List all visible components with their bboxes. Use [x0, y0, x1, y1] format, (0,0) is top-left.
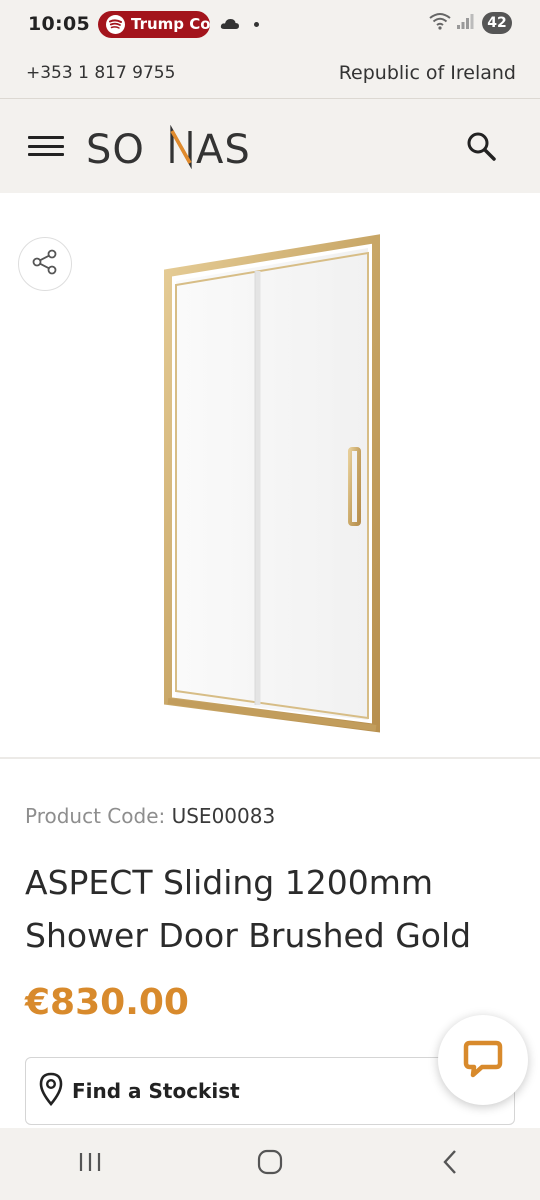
top-info-bar: +353 1 817 9755 Republic of Ireland [0, 48, 540, 99]
signal-icon [456, 12, 474, 34]
product-code: Product Code: USE00083 [25, 804, 275, 828]
menu-icon[interactable] [28, 131, 64, 161]
home-icon [257, 1149, 283, 1179]
back-button[interactable] [420, 1139, 480, 1189]
region-selector[interactable]: Republic of Ireland [339, 62, 516, 84]
home-button[interactable] [240, 1139, 300, 1189]
recent-apps-icon [77, 1151, 103, 1177]
chat-icon [462, 1037, 504, 1083]
search-icon[interactable] [465, 130, 497, 166]
site-header: SO AS [0, 99, 540, 193]
share-button[interactable] [18, 237, 72, 291]
notification-pill[interactable]: Trump Co [97, 10, 210, 38]
product-price: €830.00 [25, 982, 189, 1023]
status-bar: 10:05 Trump Co 42 [0, 0, 540, 48]
product-image[interactable] [0, 193, 540, 758]
spotify-icon [105, 14, 125, 34]
product-code-label: Product Code: [25, 804, 172, 828]
svg-text:AS: AS [196, 127, 251, 169]
phone-number-link[interactable]: +353 1 817 9755 [26, 63, 175, 83]
back-icon [441, 1149, 459, 1179]
location-pin-icon [38, 1072, 64, 1110]
status-time: 10:05 [28, 13, 90, 35]
section-divider [0, 757, 540, 759]
product-code-value: USE00083 [171, 804, 276, 828]
wifi-icon [428, 12, 452, 34]
system-nav-bar [0, 1128, 540, 1200]
product-title: ASPECT Sliding 1200mm Shower Door Brushe… [25, 863, 472, 955]
dot-icon [253, 21, 259, 27]
share-icon [31, 248, 59, 280]
notification-text: Trump Co [130, 15, 210, 33]
svg-text:SO: SO [86, 127, 145, 169]
brand-logo[interactable]: SO AS [86, 124, 251, 173]
shower-door-image [164, 234, 380, 733]
cloud-icon [220, 15, 240, 34]
recent-apps-button[interactable] [60, 1139, 120, 1189]
chat-button[interactable] [438, 1015, 528, 1105]
battery-icon: 42 [482, 12, 512, 34]
find-stockist-label: Find a Stockist [72, 1079, 240, 1103]
